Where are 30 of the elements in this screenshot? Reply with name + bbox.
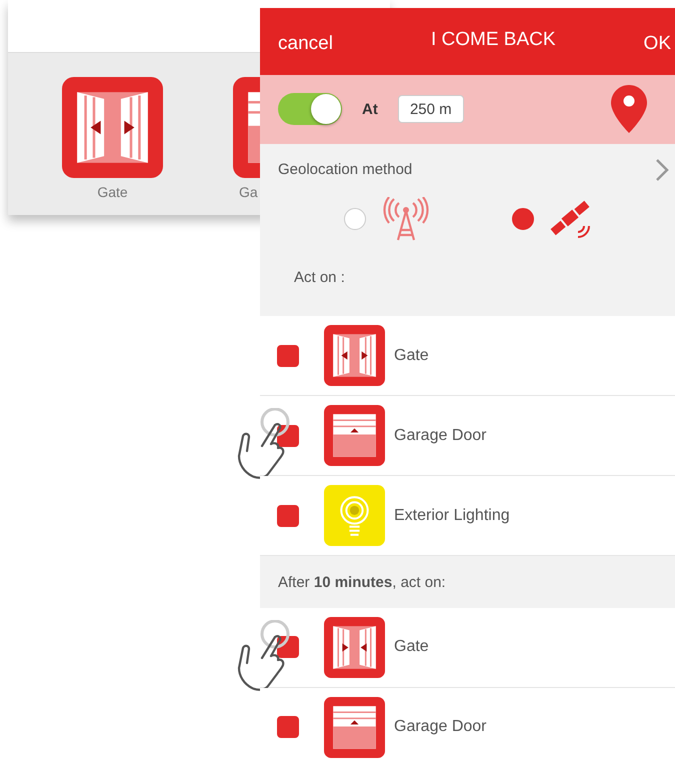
- device-label: Exterior Lighting: [394, 506, 510, 525]
- gate-icon: [62, 77, 163, 178]
- garage-door-icon: [324, 405, 385, 466]
- device-label: Gate: [394, 638, 429, 656]
- checkbox[interactable]: [277, 716, 299, 738]
- distance-field[interactable]: 250 m: [398, 95, 464, 124]
- geolocation-label: Geolocation method: [278, 161, 412, 178]
- ok-button[interactable]: OK: [644, 33, 671, 56]
- checkbox[interactable]: [277, 344, 299, 367]
- device-label: Gate: [97, 184, 128, 200]
- toggle-switch[interactable]: [278, 93, 342, 126]
- section-heading: After 10 minutes, act on:: [278, 574, 446, 591]
- light-bulb-icon: [324, 485, 385, 546]
- section-heading: Act on :: [294, 269, 345, 286]
- device-label: Garage Door: [394, 718, 486, 736]
- garage-door-icon: [324, 696, 385, 758]
- radio-button[interactable]: [344, 208, 366, 230]
- gate-icon: [324, 616, 385, 678]
- screen-title: I COME BACK: [430, 29, 557, 52]
- cancel-button[interactable]: cancel: [278, 33, 333, 56]
- radio-button[interactable]: [512, 208, 534, 230]
- map-pin-icon: [611, 85, 647, 134]
- checkbox[interactable]: [277, 504, 299, 527]
- device-label: Garage Door: [394, 426, 486, 445]
- device-label: Gate: [394, 346, 429, 365]
- gate-icon: [324, 325, 385, 386]
- device-label: Ga: [239, 184, 258, 200]
- at-label: At: [362, 100, 378, 118]
- chevron-right-icon[interactable]: [655, 158, 669, 182]
- device-row[interactable]: Exterior Lighting: [260, 476, 675, 556]
